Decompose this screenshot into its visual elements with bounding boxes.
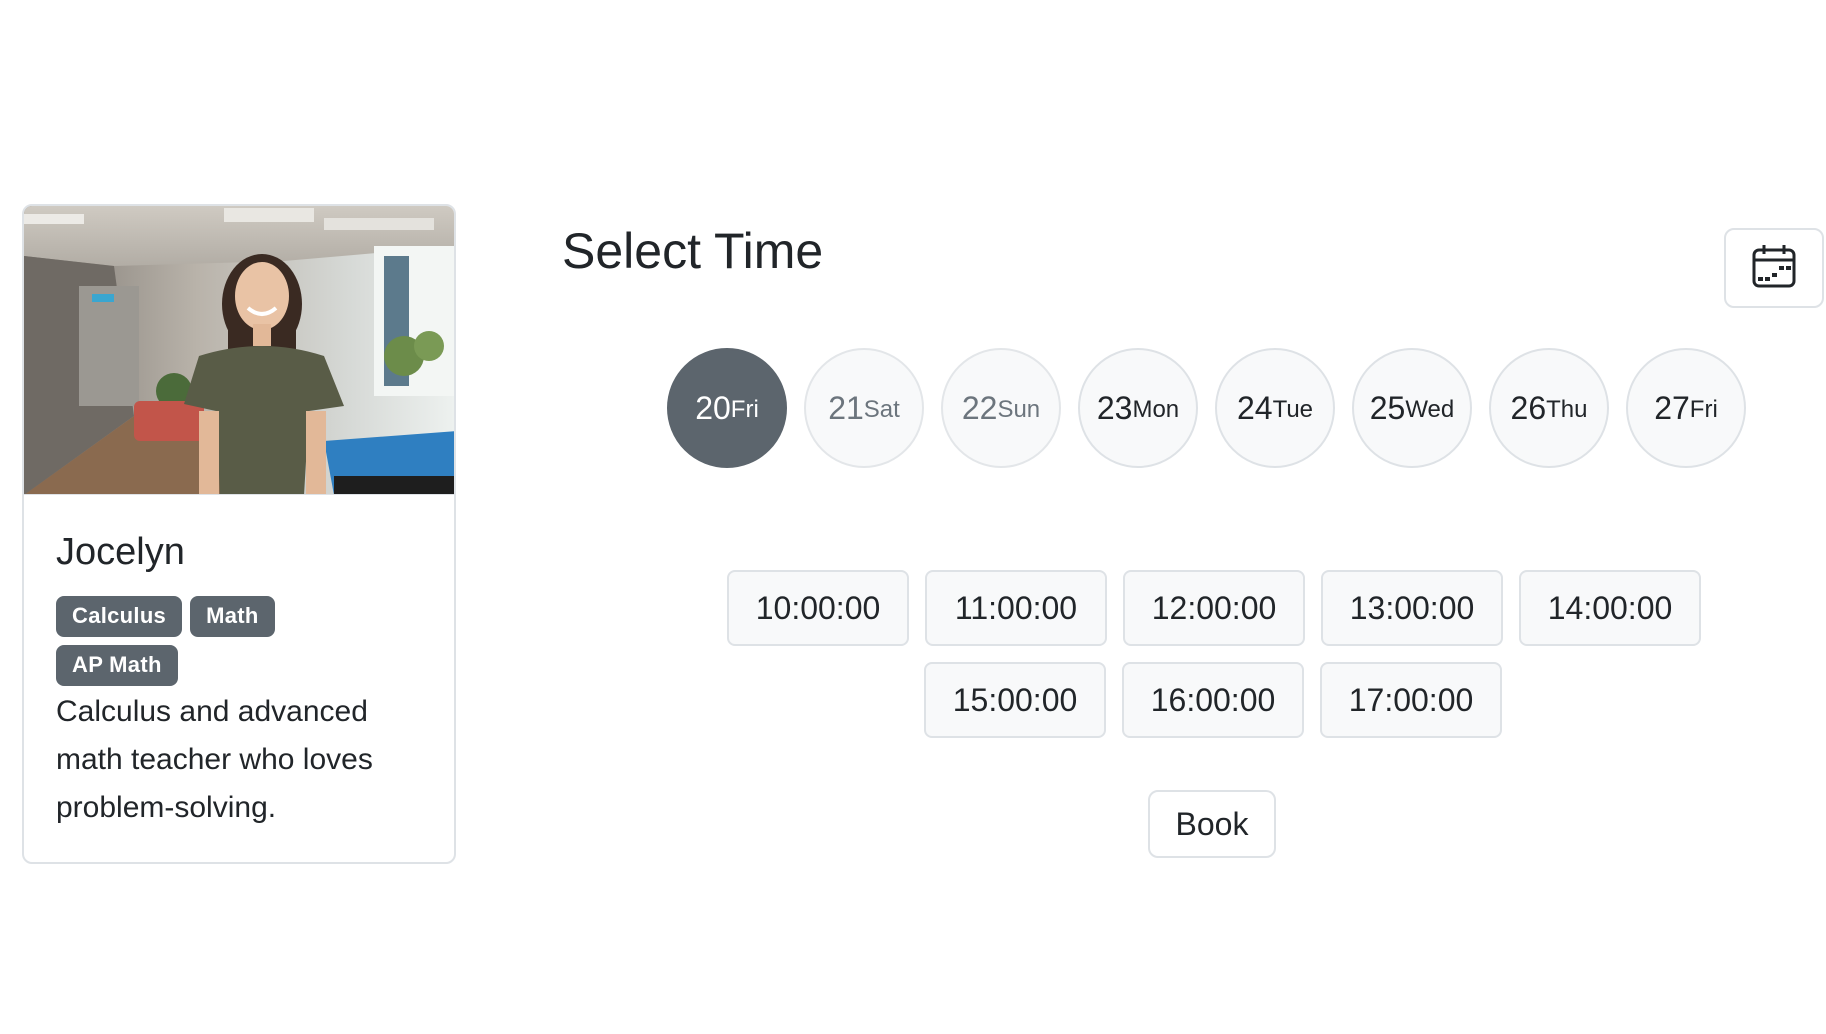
tutor-card-body: Jocelyn Calculus Math AP Math Calculus a… [24, 495, 454, 832]
calendar-icon [1750, 242, 1798, 295]
tutor-photo [24, 206, 454, 495]
calendar-button[interactable] [1724, 228, 1824, 308]
tutor-bio: Calculus and advanced math teacher who l… [56, 695, 373, 824]
day-number: 25 [1369, 389, 1406, 426]
tutor-tags: Calculus Math AP Math [56, 596, 386, 686]
day-number: 21 [828, 389, 864, 426]
day-20-fri[interactable]: 20 Fri [667, 348, 787, 468]
day-weekday: Fri [730, 396, 759, 423]
day-number: 20 [695, 389, 731, 426]
day-number: 26 [1510, 389, 1547, 426]
time-slot-12[interactable]: 12:00:00 [1123, 570, 1305, 646]
day-24-tue[interactable]: 24 Tue [1215, 348, 1335, 468]
time-slots-row-1: 10:00:00 11:00:00 12:00:00 13:00:00 14:0… [727, 570, 1701, 646]
day-number: 27 [1654, 389, 1690, 426]
day-22-sun[interactable]: 22 Sun [941, 348, 1061, 468]
day-weekday: Mon [1132, 396, 1180, 423]
day-weekday: Wed [1405, 396, 1455, 423]
time-slot-13[interactable]: 13:00:00 [1321, 570, 1503, 646]
tag-ap-math: AP Math [56, 645, 178, 686]
day-weekday: Tue [1272, 396, 1314, 423]
time-slot-14[interactable]: 14:00:00 [1519, 570, 1701, 646]
tutor-name: Jocelyn [56, 531, 185, 573]
day-weekday: Fri [1689, 396, 1718, 423]
day-23-mon[interactable]: 23 Mon [1078, 348, 1198, 468]
day-weekday: Sat [863, 396, 900, 423]
page-title: Select Time [562, 223, 824, 279]
day-weekday: Thu [1546, 396, 1588, 423]
time-slot-10[interactable]: 10:00:00 [727, 570, 909, 646]
day-25-wed[interactable]: 25 Wed [1352, 348, 1472, 468]
time-slot-17[interactable]: 17:00:00 [1320, 662, 1502, 738]
book-button[interactable]: Book [1148, 790, 1276, 858]
day-number: 22 [961, 389, 998, 426]
day-number: 23 [1096, 389, 1133, 426]
tag-calculus: Calculus [56, 596, 183, 637]
day-27-fri[interactable]: 27 Fri [1626, 348, 1746, 468]
day-21-sat[interactable]: 21 Sat [804, 348, 924, 468]
time-slots-row-2: 15:00:00 16:00:00 17:00:00 [924, 662, 1502, 738]
tag-math: Math [190, 596, 275, 637]
time-slot-11[interactable]: 11:00:00 [925, 570, 1107, 646]
time-slot-16[interactable]: 16:00:00 [1122, 662, 1304, 738]
day-number: 24 [1236, 389, 1273, 426]
booking-page: Jocelyn Calculus Math AP Math Calculus a… [0, 0, 1826, 1034]
time-slot-15[interactable]: 15:00:00 [924, 662, 1106, 738]
day-weekday: Sun [997, 396, 1041, 423]
tutor-card: Jocelyn Calculus Math AP Math Calculus a… [22, 204, 456, 864]
day-selector: 20 Fri 21 Sat 22 Sun 23 Mon 24 Tue 25 Wed 26 Th… [667, 348, 1746, 468]
day-26-thu[interactable]: 26 Thu [1489, 348, 1609, 468]
